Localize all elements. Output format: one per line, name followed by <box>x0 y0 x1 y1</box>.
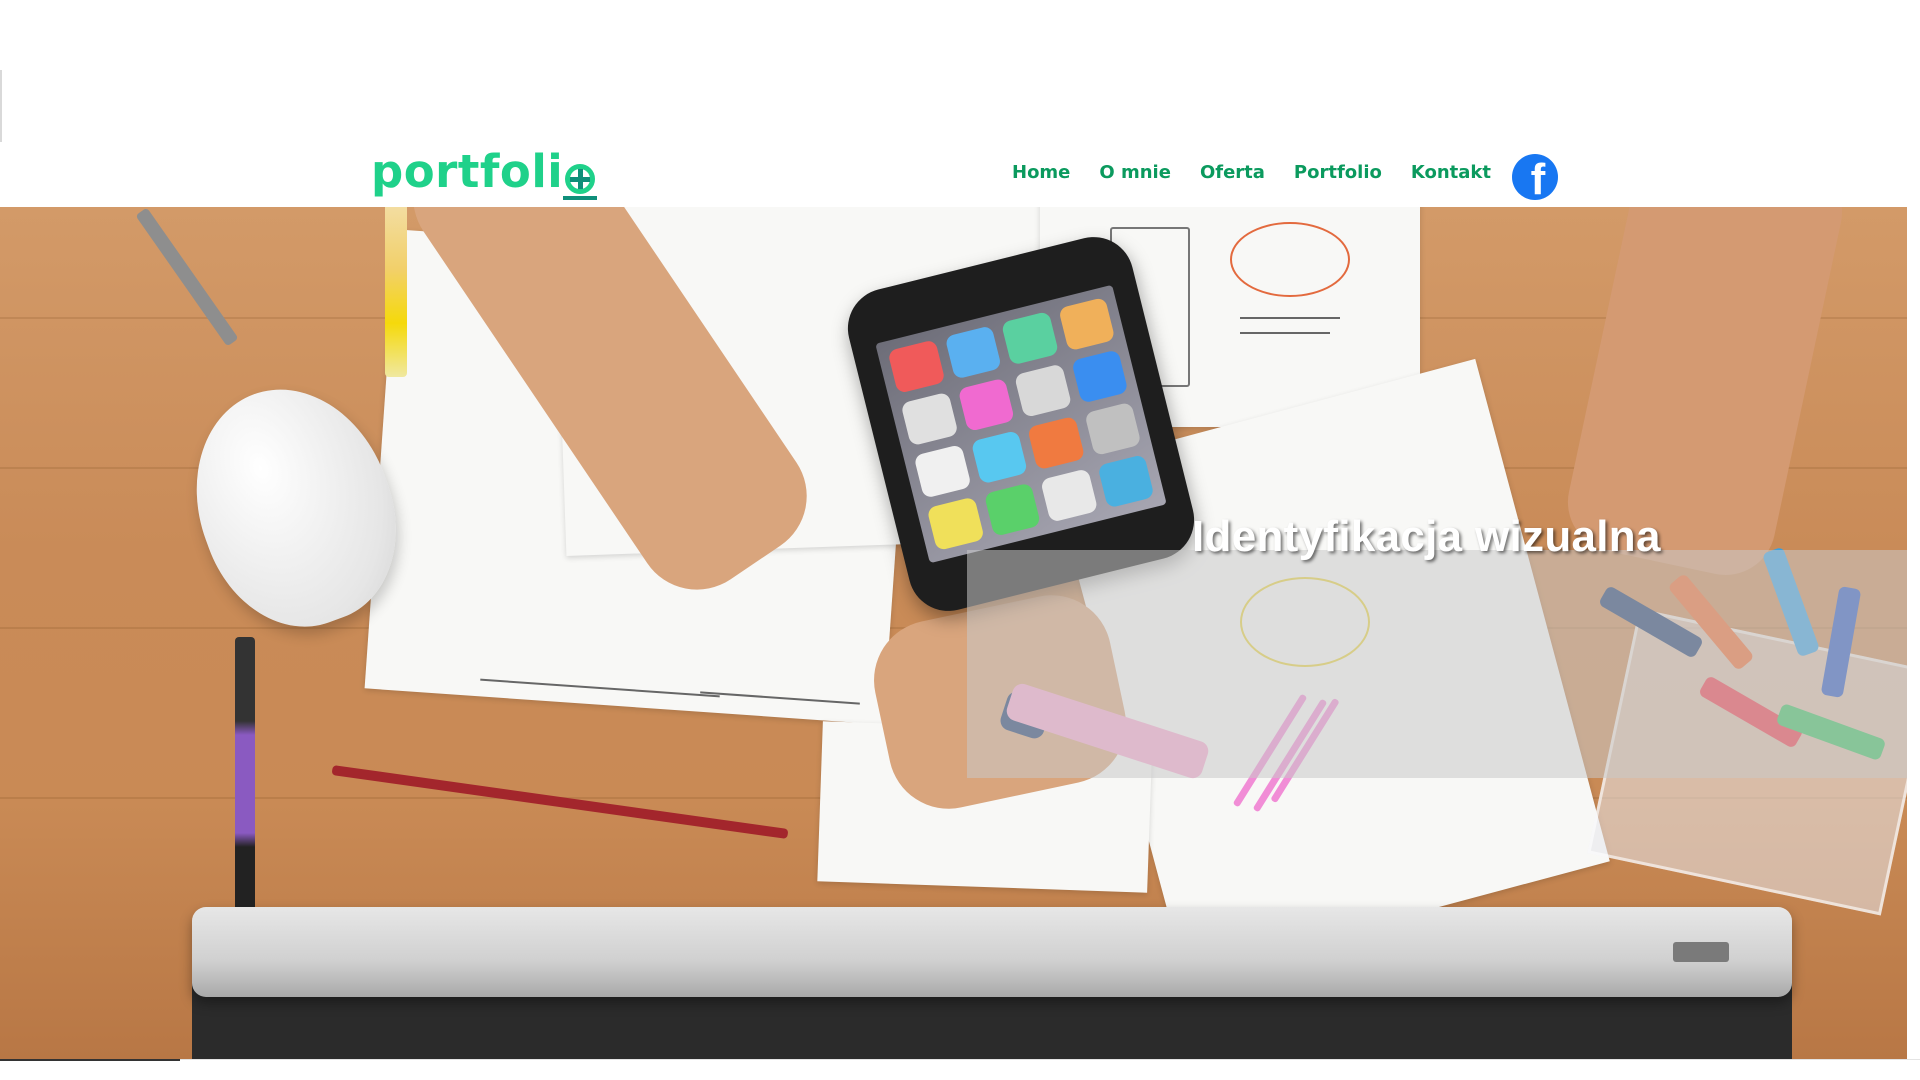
main-nav: Home O mnie Oferta Portfolio Kontakt <box>1012 162 1520 183</box>
pencil <box>331 765 789 839</box>
pen <box>135 207 239 347</box>
logo-text: portfoli <box>371 145 564 198</box>
monitor-bezel <box>192 907 1792 997</box>
site-logo[interactable]: portfoli <box>371 145 598 200</box>
nav-item-kontakt[interactable]: Kontakt <box>1411 162 1491 183</box>
nav-item-home[interactable]: Home <box>1012 162 1070 183</box>
pen <box>235 637 255 917</box>
nav-item-o-mnie[interactable]: O mnie <box>1099 162 1171 183</box>
page-edge-divider <box>0 70 2 142</box>
hero-banner <box>0 207 1907 1059</box>
facebook-icon[interactable]: f <box>1512 154 1558 200</box>
nav-item-portfolio[interactable]: Portfolio <box>1294 162 1382 183</box>
plus-circle-icon <box>563 156 598 200</box>
nav-item-oferta[interactable]: Oferta <box>1200 162 1265 183</box>
hero-title: Identyfikacja wizualna <box>1192 512 1661 561</box>
hero-overlay <box>967 550 1907 778</box>
site-header: portfoli Home O mnie Oferta Portfolio Ko… <box>0 0 1920 207</box>
page-bottom-strip <box>0 1059 1920 1080</box>
pencil <box>385 207 407 377</box>
